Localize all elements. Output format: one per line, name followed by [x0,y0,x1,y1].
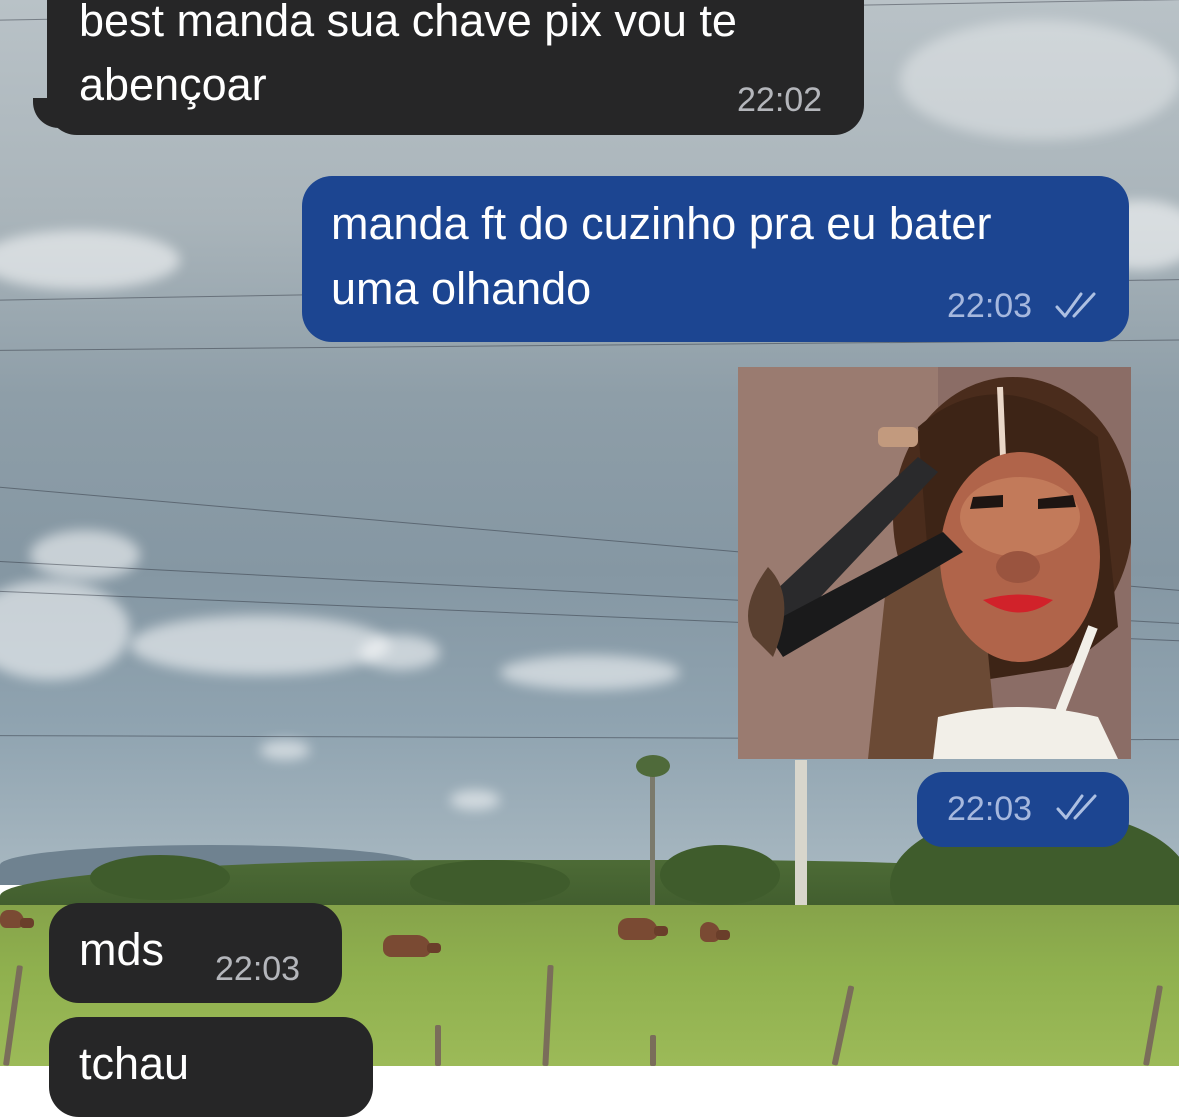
message-timestamp: 22:02 [737,81,823,119]
message-timestamp: 22:03 [947,287,1033,325]
message-text-line: abençoar [79,59,267,110]
message-timestamp: 22:03 [215,950,301,988]
message-text-line: uma olhando [331,263,592,314]
monkey-sticker-image[interactable] [738,367,1131,759]
message-text: tchau [79,1038,190,1089]
incoming-message-bubble[interactable]: tchau [49,1017,373,1117]
message-text-line: best manda sua chave pix vou te [79,0,737,46]
sticker-time-badge: 22:03 [917,772,1129,847]
message-text-line: manda ft do cuzinho pra eu bater [331,198,992,249]
outgoing-message-bubble[interactable]: manda ft do cuzinho pra eu bater uma olh… [302,176,1129,342]
incoming-message-bubble[interactable]: best manda sua chave pix vou te abençoar… [33,0,864,135]
incoming-message-bubble[interactable]: mds 22:03 [49,903,342,1003]
double-check-icon [1056,794,1097,820]
message-timestamp: 22:03 [947,790,1033,828]
message-text: mds [79,924,165,975]
double-check-icon [1055,292,1096,318]
